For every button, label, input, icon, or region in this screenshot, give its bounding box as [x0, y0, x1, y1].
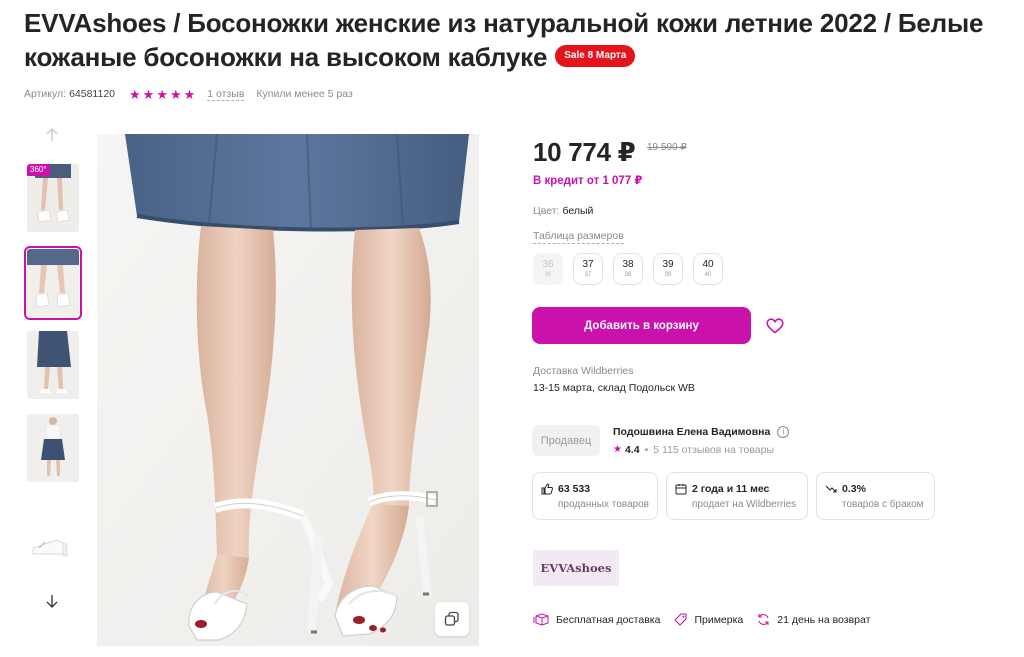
- stat-label: продает на Wildberries: [692, 499, 797, 510]
- product-title: EVVAshoes / Босоножки женские из натурал…: [24, 6, 1014, 74]
- separator-dot: •: [644, 444, 649, 456]
- size-label: 39: [662, 259, 674, 270]
- article-label: Артикул:: [24, 88, 67, 100]
- zoom-button[interactable]: [435, 602, 469, 636]
- size-label: 38: [622, 259, 634, 270]
- size-sublabel: 36: [544, 272, 552, 278]
- size-selector: 36 36 37 37 38 38 39 39 40 40: [533, 253, 723, 285]
- seller-name-row: Подошвина Елена Вадимовна i: [613, 425, 790, 439]
- perk-label: 21 день на возврат: [777, 613, 871, 626]
- perk-return: 21 день на возврат: [757, 613, 870, 626]
- size-label: 40: [702, 259, 714, 270]
- star-icon: ★: [156, 86, 168, 102]
- copy-icon: [444, 611, 459, 626]
- calendar-icon: [675, 484, 687, 495]
- heart-icon: [766, 318, 784, 334]
- reviews-link[interactable]: 1 отзыв: [207, 88, 245, 101]
- stat-card-defects: 0.3% товаров с браком: [816, 472, 935, 520]
- favorite-button[interactable]: [764, 315, 786, 337]
- stat-value: 0.3%: [842, 483, 866, 495]
- gallery-thumbnail-active[interactable]: [24, 246, 82, 320]
- perk-label: Примерка: [694, 613, 744, 626]
- seller-rating-row: ★ 4.4 • 5 115 отзывов на товары: [613, 443, 774, 457]
- size-option: 36 36: [533, 253, 563, 285]
- star-icon: ★: [183, 86, 196, 102]
- size-label: 37: [582, 259, 594, 270]
- stat-value: 63 533: [558, 483, 591, 495]
- stat-value: 2 года и 11 мес: [692, 483, 770, 495]
- size-option[interactable]: 39 39: [653, 253, 683, 285]
- star-icon: ★: [129, 86, 141, 102]
- trend-down-icon: [825, 485, 837, 493]
- refresh-icon: [758, 614, 769, 625]
- size-option[interactable]: 38 38: [613, 253, 643, 285]
- product-title-text: EVVAshoes / Босоножки женские из натурал…: [24, 8, 984, 72]
- product-meta: Артикул: 64581120 ★ ★ ★ ★ ★ 1 отзыв Купи…: [24, 86, 353, 102]
- size-sublabel: 38: [624, 272, 632, 278]
- seller-rating: 4.4: [624, 444, 640, 456]
- gallery-thumbnail[interactable]: [27, 414, 79, 482]
- gallery-down-arrow-icon[interactable]: [44, 594, 60, 613]
- info-icon[interactable]: i: [777, 426, 790, 438]
- star-icon: ★: [142, 86, 155, 102]
- color-row: Цвет: белый: [533, 204, 593, 218]
- size-sublabel: 37: [584, 272, 592, 278]
- color-label: Цвет:: [533, 205, 560, 217]
- article-value: 64581120: [69, 88, 115, 100]
- stat-label: товаров с браком: [842, 499, 924, 510]
- stat-label: проданных товаров: [558, 499, 649, 510]
- credit-link[interactable]: В кредит от 1 077 ₽: [533, 173, 642, 189]
- star-icon: ★: [613, 444, 622, 455]
- stat-card-sold: 63 533 проданных товаров: [532, 472, 658, 520]
- size-label: 36: [542, 259, 554, 270]
- perk-free-delivery: Бесплатная доставка: [533, 613, 660, 626]
- delivery-label: Доставка Wildberries: [533, 365, 634, 377]
- gallery-thumbnail[interactable]: [27, 518, 79, 586]
- size-sublabel: 40: [704, 272, 712, 278]
- size-option[interactable]: 37 37: [573, 253, 603, 285]
- gallery-thumbnail[interactable]: [27, 331, 79, 399]
- gallery-up-arrow-icon[interactable]: [44, 128, 60, 147]
- box-icon: [533, 613, 549, 626]
- product-photo-illustration: [97, 134, 479, 646]
- gallery-thumbnail-360[interactable]: 360°: [27, 164, 79, 232]
- tag-icon: [674, 613, 688, 626]
- bought-count: Купили менее 5 раз: [256, 88, 353, 100]
- main-product-photo[interactable]: [97, 134, 479, 646]
- perks-row: Бесплатная доставка Примерка 21 день на …: [533, 613, 884, 626]
- size-sublabel: 39: [664, 272, 672, 278]
- stat-card-tenure: 2 года и 11 мес продает на Wildberries: [666, 472, 808, 520]
- badge-360: 360°: [27, 164, 50, 176]
- add-to-cart-button[interactable]: Добавить в корзину: [532, 307, 751, 344]
- seller-reviews[interactable]: 5 115 отзывов на товары: [653, 443, 774, 457]
- seller-badge: Продавец: [532, 425, 600, 456]
- sale-badge[interactable]: Sale 8 Марта: [555, 45, 636, 68]
- perk-label: Бесплатная доставка: [556, 613, 661, 626]
- brand-logo[interactable]: EVVAshoes: [533, 550, 619, 586]
- star-icon: ★: [169, 86, 182, 102]
- seller-name[interactable]: Подошвина Елена Вадимовна: [613, 425, 770, 439]
- old-price: 19 590 ₽: [647, 142, 687, 153]
- perk-try-on: Примерка: [674, 613, 743, 626]
- delivery-value: 13-15 марта, склад Подольск WB: [533, 382, 695, 394]
- size-option[interactable]: 40 40: [693, 253, 723, 285]
- size-table-link[interactable]: Таблица размеров: [533, 229, 624, 244]
- thumbs-up-icon: [541, 483, 553, 495]
- current-price: 10 774 ₽: [533, 137, 636, 167]
- rating-stars: ★ ★ ★ ★ ★: [129, 88, 195, 101]
- color-value: белый: [562, 205, 594, 217]
